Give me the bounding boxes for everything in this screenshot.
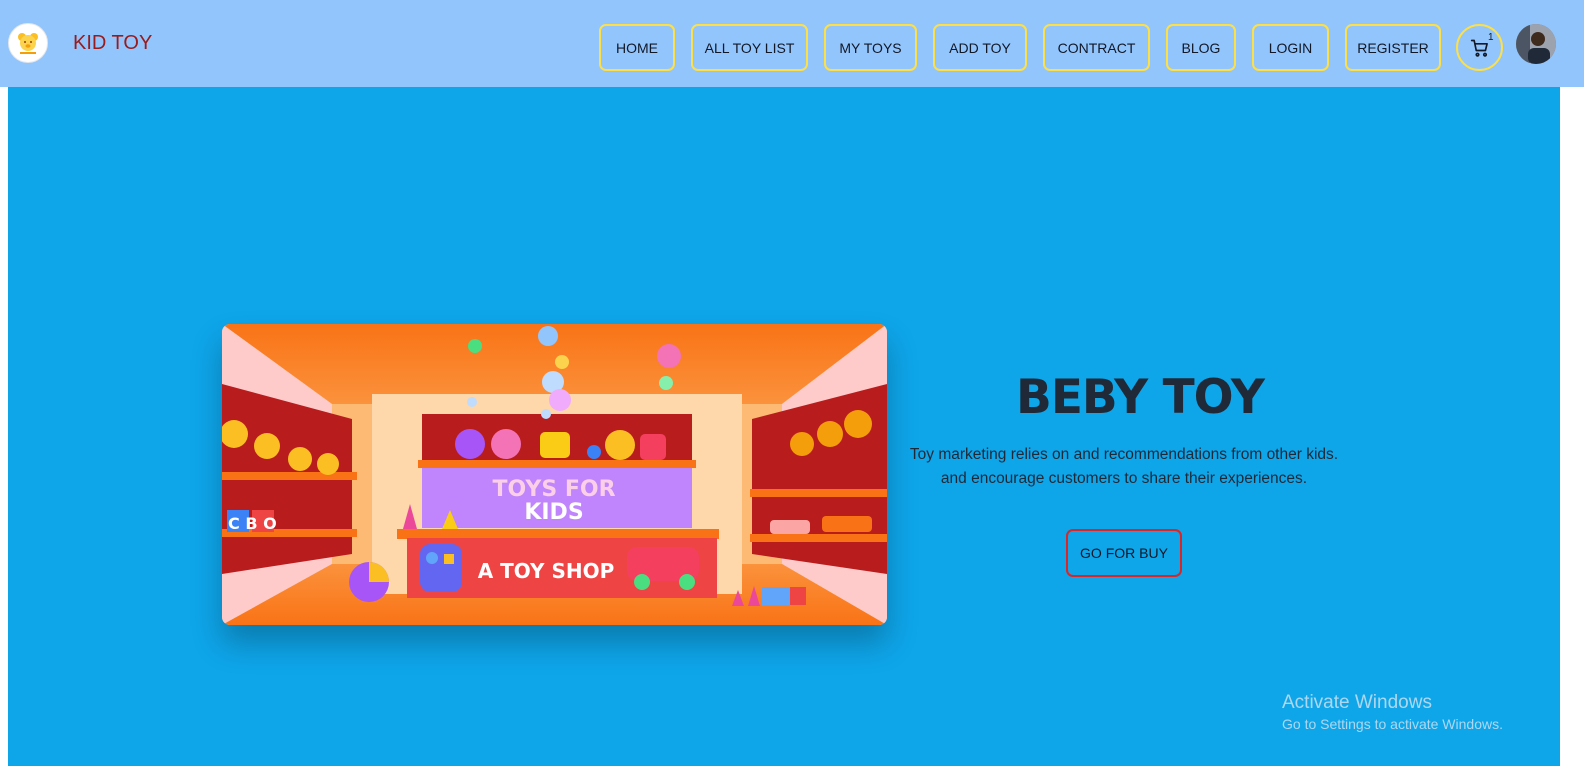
hero-title: BEBY TOY [1016, 370, 1265, 425]
nav-add-toy-button[interactable]: ADD TOY [933, 24, 1027, 71]
nav-my-toys-button[interactable]: MY TOYS [824, 24, 917, 71]
toy-shop-illustration: TOYS FOR KIDS A TOY SHOP C B O [222, 324, 887, 625]
blocks-text: C B O [228, 514, 277, 533]
cart-count-badge: 1 [1488, 32, 1494, 43]
nav-login-button[interactable]: LOGIN [1252, 24, 1329, 71]
hero-description-line1: Toy marketing relies on and recommendati… [909, 446, 1339, 463]
logo[interactable] [8, 23, 48, 63]
watermark-subtitle: Go to Settings to activate Windows. [1282, 716, 1503, 732]
windows-activation-watermark: Activate Windows Go to Settings to activ… [1282, 692, 1503, 732]
user-avatar[interactable] [1516, 24, 1556, 64]
sign-line2: KIDS [524, 500, 583, 525]
navbar: KID TOY HOME ALL TOY LIST MY TOYS ADD TO… [0, 0, 1584, 87]
watermark-title: Activate Windows [1282, 692, 1432, 713]
teddy-bear-icon [18, 33, 38, 54]
nav-blog-button[interactable]: BLOG [1166, 24, 1236, 71]
brand-name[interactable]: KID TOY [73, 32, 152, 55]
nav-contract-button[interactable]: CONTRACT [1043, 24, 1150, 71]
hero-description-line2: and encourage customers to share their e… [940, 470, 1308, 487]
go-for-buy-button[interactable]: GO FOR BUY [1066, 529, 1182, 577]
cart-button[interactable]: 1 [1456, 24, 1503, 71]
nav-home-button[interactable]: HOME [599, 24, 675, 71]
nav-register-button[interactable]: REGISTER [1345, 24, 1441, 71]
hero-description: Toy marketing relies on and recommendati… [888, 443, 1360, 491]
sign-line1: TOYS FOR [492, 477, 615, 502]
cart-icon [1470, 39, 1488, 57]
hero-section: TOYS FOR KIDS A TOY SHOP C B O BEBY TOY … [8, 87, 1560, 766]
counter-text: A TOY SHOP [478, 559, 615, 583]
nav-all-toy-list-button[interactable]: ALL TOY LIST [691, 24, 808, 71]
